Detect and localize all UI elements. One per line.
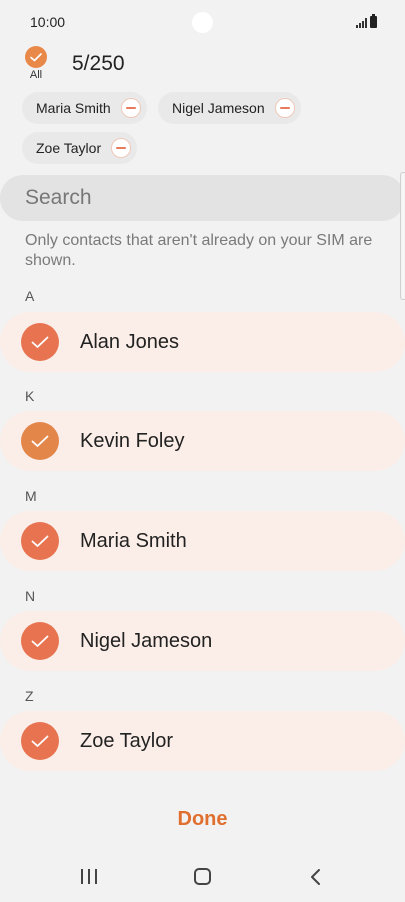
minus-circle-icon[interactable] (274, 98, 295, 118)
check-circle-icon (21, 323, 59, 361)
check-circle-icon (25, 46, 47, 68)
status-icons (356, 14, 377, 28)
selected-chip: Maria Smith (22, 92, 147, 124)
contact-row[interactable]: Alan Jones (0, 312, 405, 372)
chip-label: Zoe Taylor (36, 140, 102, 156)
contact-name: Zoe Taylor (80, 729, 174, 752)
home-icon[interactable] (194, 868, 211, 885)
section-header: M (25, 488, 37, 504)
selected-chip: Zoe Taylor (22, 132, 138, 164)
chip-label: Maria Smith (36, 100, 111, 116)
section-header: N (25, 588, 36, 604)
minus-circle-icon[interactable] (120, 98, 141, 118)
check-circle-icon (21, 422, 59, 460)
check-circle-icon (21, 622, 59, 660)
status-time: 10:00 (30, 14, 66, 30)
contact-row[interactable]: Kevin Foley (0, 411, 405, 471)
selected-chip: Nigel Jameson (158, 92, 301, 124)
back-icon[interactable] (308, 868, 324, 886)
section-header: Z (25, 688, 34, 704)
contact-name: Nigel Jameson (80, 629, 213, 652)
done-button[interactable]: Done (0, 808, 405, 831)
search-input[interactable] (25, 186, 365, 210)
recent-apps-icon[interactable] (81, 869, 97, 884)
contact-name: Maria Smith (80, 529, 187, 552)
section-header: A (25, 288, 35, 304)
contact-row[interactable]: Zoe Taylor (0, 711, 405, 771)
chip-label: Nigel Jameson (172, 100, 265, 116)
search-bar (0, 175, 405, 221)
navigation-bar (0, 855, 405, 900)
screen: 10:00 All 5/250 Maria Smith Nigel Jameso… (0, 0, 405, 902)
contact-row[interactable]: Nigel Jameson (0, 611, 405, 671)
selected-count: 5/250 (72, 52, 125, 75)
section-header: K (25, 388, 35, 404)
battery-icon (370, 14, 377, 28)
select-all-label: All (29, 69, 43, 81)
status-bar: 10:00 (0, 0, 405, 44)
camera-notch (192, 12, 213, 33)
scrollbar[interactable] (400, 172, 405, 300)
contact-name: Alan Jones (80, 330, 179, 353)
signal-icon (356, 18, 367, 28)
contact-row[interactable]: Maria Smith (0, 511, 405, 571)
minus-circle-icon[interactable] (111, 138, 132, 158)
check-circle-icon (21, 522, 59, 560)
check-circle-icon (21, 722, 59, 760)
select-all-checkbox[interactable]: All (24, 46, 48, 81)
info-text: Only contacts that aren't already on you… (25, 232, 373, 269)
contact-name: Kevin Foley (80, 429, 185, 452)
